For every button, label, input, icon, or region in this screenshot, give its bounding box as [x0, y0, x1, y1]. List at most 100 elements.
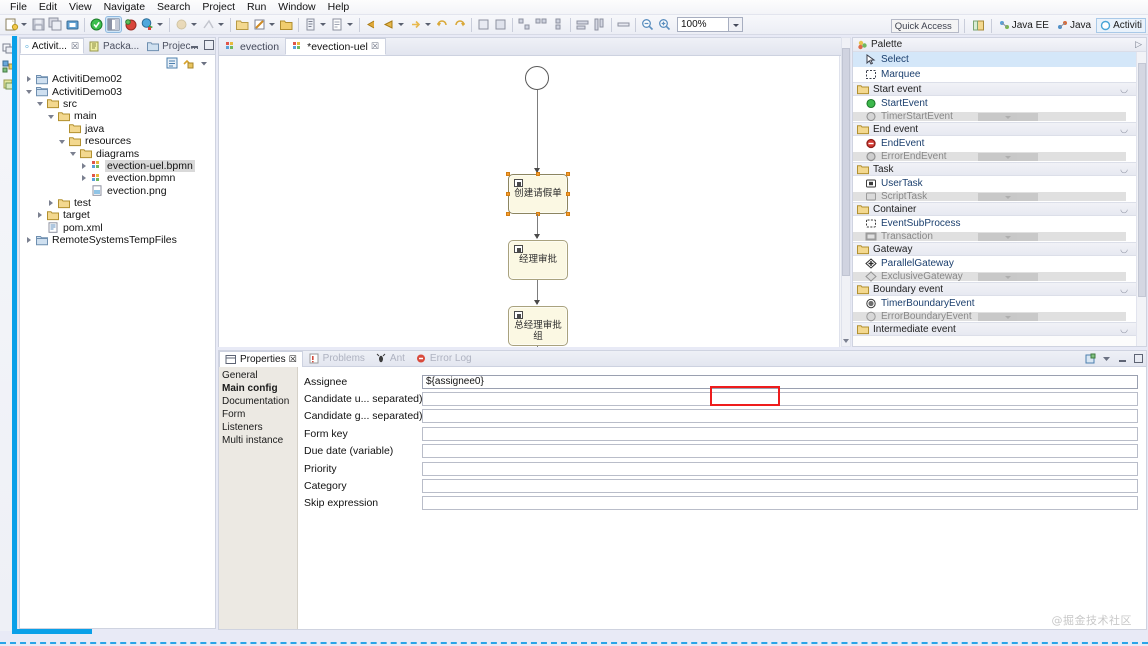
open-perspective-icon[interactable]	[971, 18, 986, 33]
back-dropdown[interactable]	[397, 17, 405, 32]
property-input[interactable]: ${assignee0}	[422, 375, 1138, 389]
distribute-2-icon[interactable]	[534, 17, 549, 32]
menu-item-project[interactable]: Project	[196, 0, 241, 14]
scrollbar-thumb[interactable]	[842, 48, 850, 276]
tree-item[interactable]: target	[23, 209, 215, 221]
run-dropdown[interactable]	[156, 17, 164, 32]
collapse-all-icon[interactable]	[166, 57, 178, 69]
collapse-icon[interactable]: ◡	[1120, 284, 1128, 295]
palette-item[interactable]: EndEvent	[853, 136, 1136, 151]
collapse-icon[interactable]: ◡	[1120, 204, 1128, 215]
match-width-icon[interactable]	[575, 17, 590, 32]
new-package-dropdown[interactable]	[268, 17, 276, 32]
tree-item[interactable]: evection-uel.bpmn	[23, 160, 215, 172]
open-type-icon[interactable]	[303, 17, 318, 32]
palette-item[interactable]: Marquee	[853, 67, 1136, 82]
zoom-in-icon[interactable]	[657, 17, 672, 32]
explorer-tab-1[interactable]: Packa...	[84, 38, 143, 54]
zoom-level-input[interactable]: 100%	[677, 17, 729, 32]
run-icon[interactable]	[140, 17, 155, 32]
palette-group-header[interactable]: Intermediate event◡	[853, 322, 1136, 336]
menu-item-search[interactable]: Search	[151, 0, 196, 14]
link-with-editor-icon[interactable]	[182, 57, 194, 69]
tree-item[interactable]: evection.bpmn	[23, 172, 215, 184]
toggle-mark-occurrences-icon[interactable]	[89, 17, 104, 32]
collapse-icon[interactable]: ◡	[1120, 124, 1128, 135]
tree-item[interactable]: src	[23, 98, 215, 110]
palette-item[interactable]: StartEvent	[853, 96, 1136, 111]
tree-item[interactable]: resources	[23, 135, 215, 147]
palette-item[interactable]: EventSubProcess	[853, 216, 1136, 231]
tree-twistie[interactable]	[80, 161, 89, 170]
tree-twistie[interactable]	[69, 149, 78, 158]
tree-twistie[interactable]	[47, 112, 56, 121]
tree-item[interactable]: pom.xml	[23, 222, 215, 234]
distribute-1-icon[interactable]	[517, 17, 532, 32]
properties-section-0[interactable]: General	[219, 369, 297, 382]
palette-item[interactable]: Select	[853, 52, 1136, 67]
palette-item[interactable]: ParallelGateway	[853, 256, 1136, 271]
profile-dropdown[interactable]	[217, 17, 225, 32]
menu-item-window[interactable]: Window	[272, 0, 321, 14]
tree-twistie[interactable]	[80, 174, 89, 183]
property-input[interactable]	[422, 427, 1138, 441]
menu-item-view[interactable]: View	[63, 0, 98, 14]
menu-item-file[interactable]: File	[4, 0, 33, 14]
properties-section-4[interactable]: Listeners	[219, 421, 297, 434]
palette-scrollbar-thumb[interactable]	[1138, 63, 1146, 297]
forward-dropdown[interactable]	[424, 17, 432, 32]
properties-tab-3[interactable]: Error Log	[410, 351, 477, 366]
editor-tab-0[interactable]: evection	[219, 38, 285, 55]
search-icon[interactable]	[330, 17, 345, 32]
debug-icon[interactable]	[123, 17, 138, 32]
tree-twistie[interactable]	[25, 236, 34, 245]
redo-icon[interactable]	[452, 17, 467, 32]
palette-group-header[interactable]: Start event◡	[853, 82, 1136, 96]
close-icon[interactable]: ☒	[371, 41, 379, 52]
menu-item-help[interactable]: Help	[322, 0, 356, 14]
properties-tab-0[interactable]: Properties☒	[219, 351, 303, 367]
property-input[interactable]	[422, 462, 1138, 476]
close-icon[interactable]: ☒	[289, 354, 297, 365]
palette-scrollbar[interactable]	[1136, 52, 1146, 346]
collapse-icon[interactable]: ◡	[1120, 244, 1128, 255]
palette-group-header[interactable]: Boundary event◡	[853, 282, 1136, 296]
minimize-icon[interactable]	[190, 40, 199, 49]
view-menu-icon[interactable]	[1101, 353, 1111, 363]
tree-item[interactable]: evection.png	[23, 185, 215, 197]
close-icon[interactable]: ☒	[71, 41, 79, 52]
palette-item[interactable]: ErrorEndEvent	[853, 151, 1136, 162]
zoom-level-dropdown[interactable]	[729, 17, 743, 32]
editor-tab-1[interactable]: *evection-uel☒	[285, 38, 386, 55]
property-input[interactable]	[422, 496, 1138, 510]
new-class-icon[interactable]	[279, 17, 294, 32]
palette-item[interactable]: Transaction	[853, 231, 1136, 242]
property-input[interactable]	[422, 479, 1138, 493]
menu-item-edit[interactable]: Edit	[33, 0, 63, 14]
tree-twistie[interactable]	[47, 199, 56, 208]
print-icon[interactable]	[65, 17, 80, 32]
scrollbar-down-arrow[interactable]	[842, 336, 850, 345]
property-input[interactable]	[422, 392, 1138, 406]
palette-item[interactable]: UserTask	[853, 176, 1136, 191]
bpmn-task-1[interactable]: 创建请假单	[508, 174, 568, 214]
bpmn-task-2[interactable]: 经理审批	[508, 240, 568, 280]
undo-icon[interactable]	[435, 17, 450, 32]
menu-item-run[interactable]: Run	[241, 0, 272, 14]
properties-section-1[interactable]: Main config	[219, 382, 297, 395]
external-tools-dropdown[interactable]	[190, 17, 198, 32]
palette-group-header[interactable]: Container◡	[853, 202, 1136, 216]
properties-tab-1[interactable]: Problems	[303, 351, 370, 366]
tree-item[interactable]: diagrams	[23, 147, 215, 159]
palette-item[interactable]: ErrorBoundaryEvent	[853, 311, 1136, 322]
tree-item[interactable]: RemoteSystemsTempFiles	[23, 234, 215, 246]
save-all-icon[interactable]	[48, 17, 63, 32]
properties-section-5[interactable]: Multi instance	[219, 434, 297, 447]
palette-item[interactable]: ExclusiveGateway	[853, 271, 1136, 282]
distribute-3-icon[interactable]	[551, 17, 566, 32]
sequence-flow-4[interactable]	[537, 346, 538, 347]
palette-group-header[interactable]: Gateway◡	[853, 242, 1136, 256]
palette-item[interactable]: TimerStartEvent	[853, 111, 1136, 122]
save-icon[interactable]	[31, 17, 46, 32]
sequence-flow-1[interactable]	[537, 90, 538, 172]
